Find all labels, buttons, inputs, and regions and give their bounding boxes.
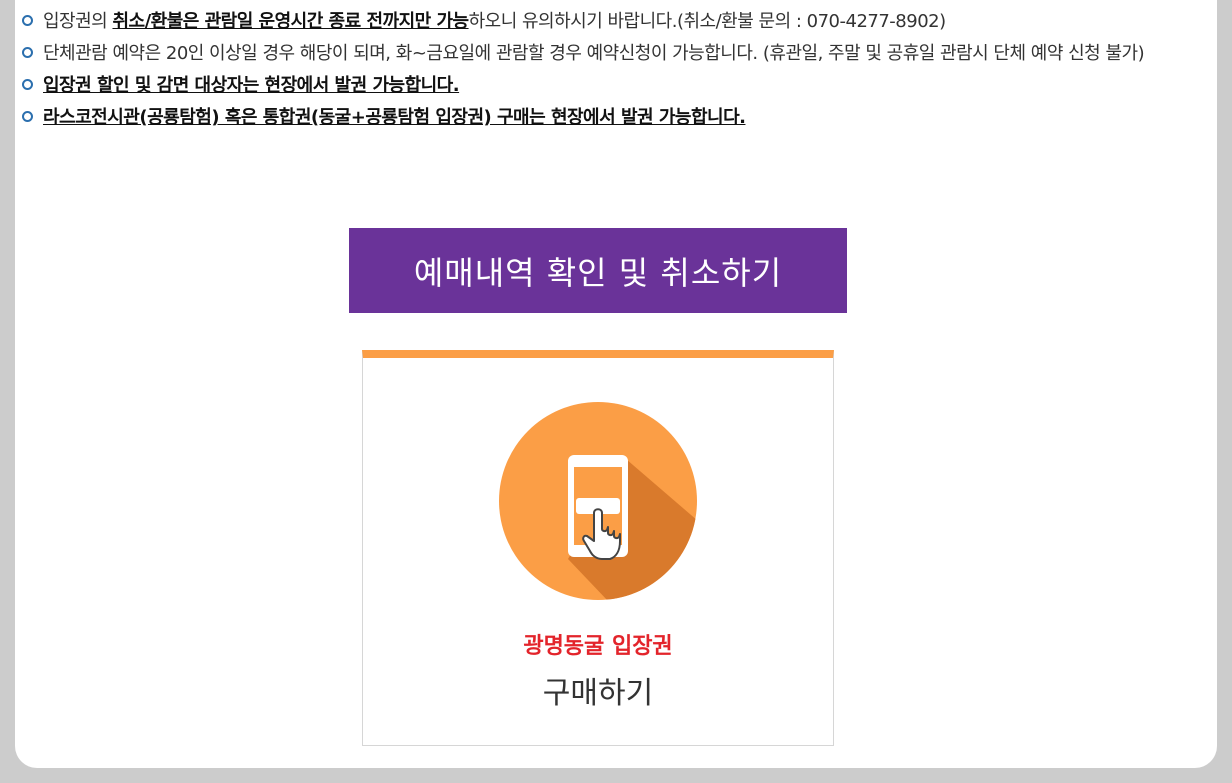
notice-item-onsite: 라스코전시관(공룡탐험) 혹은 통합권(동굴+공룡탐험 입장권) 구매는 현장에… (19, 102, 1179, 134)
bullet-icon (22, 111, 33, 122)
reservation-check-cancel-button[interactable]: 예매내역 확인 및 취소하기 (349, 228, 847, 313)
ticket-card-action: 구매하기 (542, 676, 654, 711)
ticket-purchase-card[interactable]: 광명동굴 입장권 구매하기 (362, 350, 834, 746)
bullet-icon (22, 15, 33, 26)
notice-refund-prefix: 입장권의 (43, 11, 113, 32)
notice-onsite-text: 라스코전시관(공룡탐험) 혹은 통합권(동굴+공룡탐험 입장권) 구매는 현장에… (43, 107, 746, 128)
notice-item-discount: 입장권 할인 및 감면 대상자는 현장에서 발권 가능합니다. (19, 70, 1179, 102)
notice-item-group: 단체관람 예약은 20인 이상일 경우 해당이 되며, 화~금요일에 관람할 경… (19, 38, 1179, 70)
smartphone-touch-icon (499, 402, 697, 600)
bullet-icon (22, 79, 33, 90)
notice-group-text: 단체관람 예약은 20인 이상일 경우 해당이 되며, 화~금요일에 관람할 경… (43, 43, 1145, 64)
notice-refund-suffix: 하오니 유의하시기 바랍니다.(취소/환불 문의 : 070-4277-8902… (468, 11, 947, 32)
content-panel: 입장권의 취소/환불은 관람일 운영시간 종료 전까지만 가능하오니 유의하시기… (15, 0, 1217, 768)
notice-item-refund: 입장권의 취소/환불은 관람일 운영시간 종료 전까지만 가능하오니 유의하시기… (19, 6, 1179, 38)
notice-list: 입장권의 취소/환불은 관람일 운영시간 종료 전까지만 가능하오니 유의하시기… (19, 10, 1179, 134)
notice-discount-text: 입장권 할인 및 감면 대상자는 현장에서 발권 가능합니다. (43, 75, 460, 96)
ticket-card-title: 광명동굴 입장권 (523, 634, 673, 659)
notice-refund-emphasis: 취소/환불은 관람일 운영시간 종료 전까지만 가능 (112, 11, 469, 32)
bullet-icon (22, 47, 33, 58)
